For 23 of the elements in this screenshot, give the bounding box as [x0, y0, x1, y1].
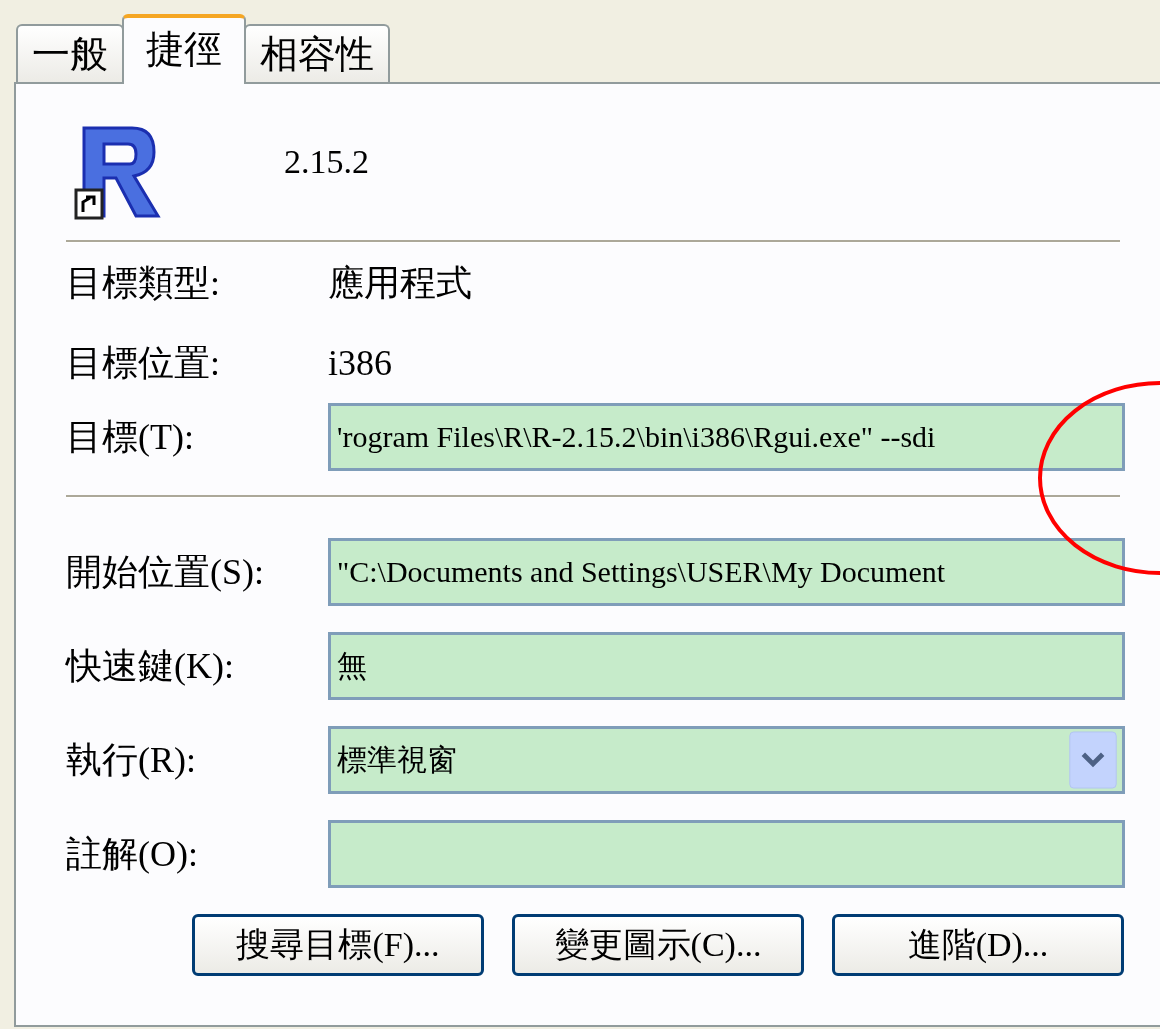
- field-label: 目標位置:: [66, 341, 221, 385]
- field-label: 執行(R):: [66, 738, 197, 782]
- input-field[interactable]: "C:\Documents and Settings\USER\My Document: [328, 538, 1125, 606]
- dialog-button[interactable]: 變更圖示(C)...: [512, 914, 804, 976]
- shortcut-name: 2.15.2: [284, 143, 369, 181]
- tab[interactable]: 一般: [16, 24, 124, 82]
- target-field[interactable]: 'rogram Files\R\R-2.15.2\bin\i386\Rgui.exe" --sdi: [328, 403, 1125, 471]
- field-value: 應用程式: [328, 261, 472, 305]
- dialog-button[interactable]: 搜尋目標(F)...: [192, 914, 484, 976]
- input-field[interactable]: 無: [328, 632, 1125, 700]
- field-value: i386: [328, 342, 392, 384]
- field-label: 註解(O):: [66, 832, 199, 876]
- field-label: 快速鍵(K):: [66, 644, 235, 688]
- dropdown-value: 標準視窗: [337, 742, 457, 778]
- tab[interactable]: 相容性: [244, 24, 390, 82]
- field-label: 開始位置(S):: [66, 550, 265, 594]
- dialog-button[interactable]: 進階(D)...: [832, 914, 1124, 976]
- run-dropdown[interactable]: 標準視窗: [328, 726, 1125, 794]
- r-letter-shortcut-icon: [74, 124, 164, 220]
- field-label: 目標類型:: [66, 261, 221, 305]
- tab[interactable]: 捷徑: [122, 14, 246, 84]
- input-field[interactable]: [328, 820, 1125, 888]
- field-label: 目標(T):: [66, 415, 195, 459]
